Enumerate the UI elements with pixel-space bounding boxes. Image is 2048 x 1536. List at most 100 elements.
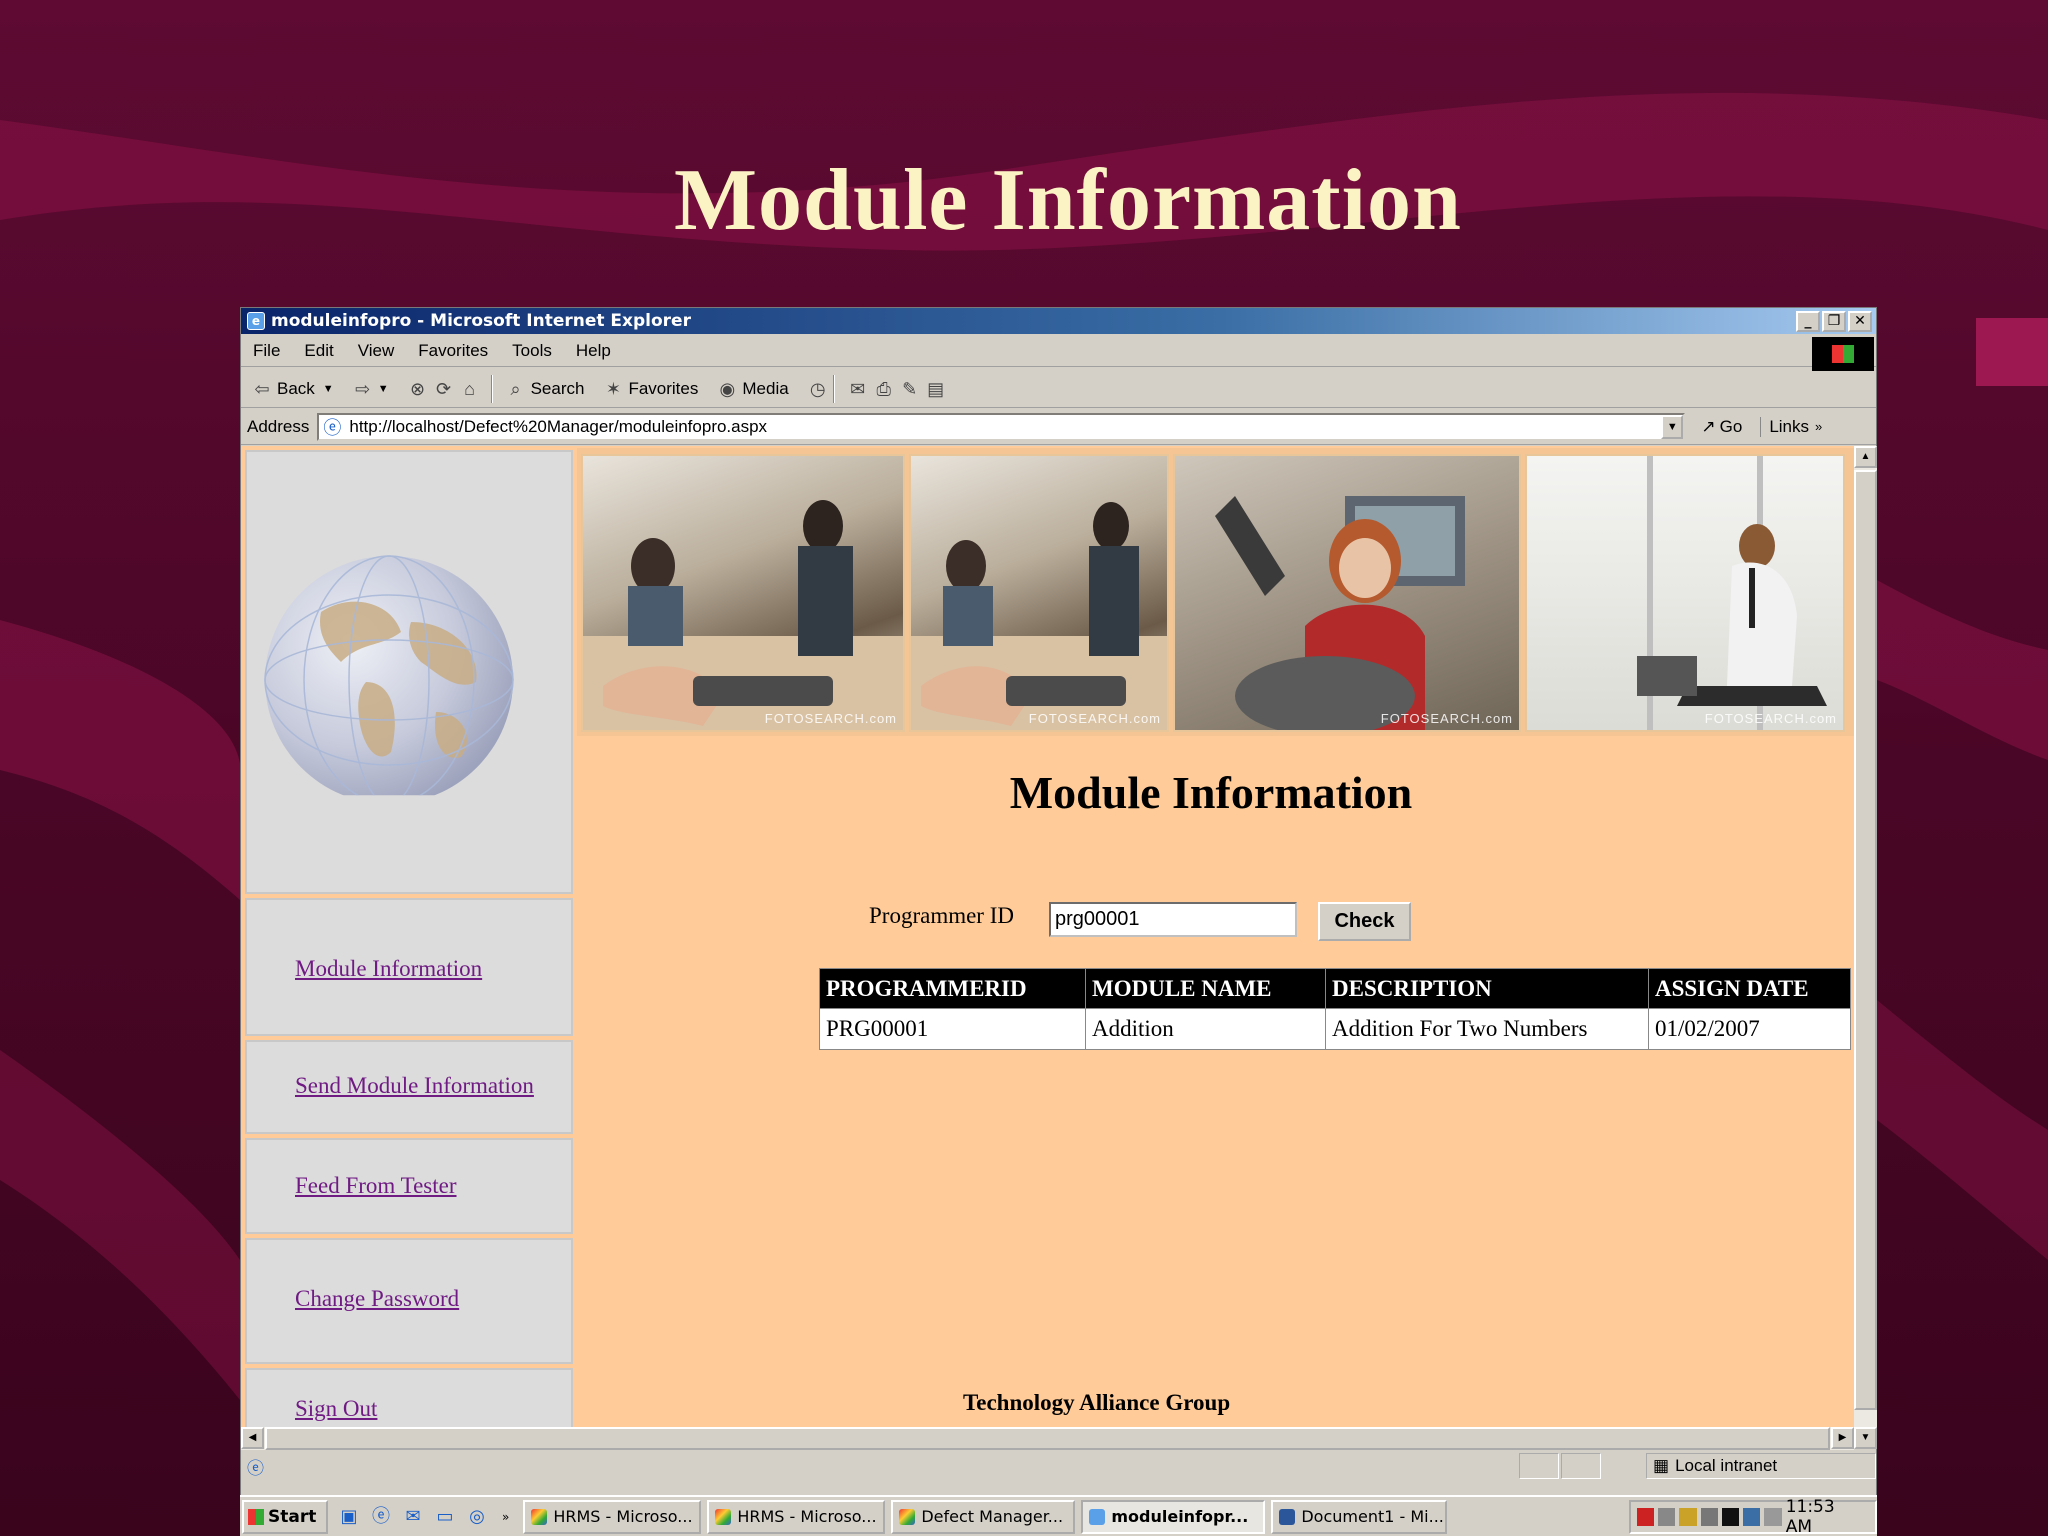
forward-button[interactable]: ⇨ ▼ — [352, 378, 388, 400]
office-meeting-image — [911, 502, 1167, 730]
slide-title: Module Information — [674, 152, 1462, 249]
tray-app-icon[interactable] — [1721, 1507, 1740, 1526]
task-button-document1[interactable]: Document1 - Mi... — [1271, 1499, 1448, 1534]
scroll-right-icon[interactable]: ▶ — [1831, 1427, 1854, 1449]
menu-help[interactable]: Help — [576, 341, 611, 361]
toolbar-separator — [490, 374, 493, 403]
nav-cell-feed-from-tester: Feed From Tester — [245, 1138, 573, 1234]
horizontal-scrollbar[interactable]: ◀ ▶ — [241, 1427, 1854, 1450]
refresh-icon[interactable]: ⟳ — [433, 378, 455, 400]
watermark: FOTOSEARCH.com — [1704, 711, 1837, 726]
menu-view[interactable]: View — [358, 341, 395, 361]
go-arrow-icon: ↗ — [1701, 416, 1716, 436]
vertical-scrollbar[interactable]: ▲ ▼ — [1854, 446, 1877, 1449]
cell-module-name: Addition — [1085, 1008, 1326, 1050]
programmer-id-input[interactable]: prg00001 — [1049, 902, 1297, 937]
print-icon[interactable]: ⎙ — [873, 378, 895, 400]
check-button[interactable]: Check — [1318, 902, 1411, 941]
logo-panel — [245, 450, 573, 894]
search-icon: ⌕ — [510, 378, 521, 399]
footer-text: Technology Alliance Group — [963, 1390, 1231, 1415]
toolbar: ⇦ Back ▼ ⇨ ▼ ⊗ ⟳ ⌂ ⌕ Search ✶ Favorites … — [241, 370, 1876, 408]
back-button[interactable]: ⇦ Back ▼ — [251, 378, 334, 400]
media-button[interactable]: ◉ Media — [716, 378, 789, 400]
volume-icon[interactable] — [1764, 1507, 1782, 1526]
status-bar: ⓔ ▦ Local intranet — [241, 1451, 1876, 1481]
nav-link-module-information[interactable]: Module Information — [295, 956, 482, 982]
toolbar-separator — [832, 374, 835, 403]
ie-icon: e — [247, 312, 265, 330]
menu-file[interactable]: File — [253, 341, 280, 361]
favorites-icon: ✶ — [605, 378, 621, 399]
scroll-left-icon[interactable]: ◀ — [241, 1427, 264, 1449]
quicklaunch-notepad-icon[interactable]: ▣ — [338, 1506, 360, 1528]
menu-tools[interactable]: Tools — [512, 341, 552, 361]
task-button-hrms-1[interactable]: HRMS - Microso... — [523, 1499, 702, 1534]
chevron-right-icon: » — [502, 1509, 510, 1524]
menu-favorites[interactable]: Favorites — [418, 341, 488, 361]
module-table: PROGRAMMERID MODULE NAME DESCRIPTION ASS… — [819, 968, 1851, 1050]
quicklaunch-ie-icon[interactable]: ⓔ — [370, 1506, 392, 1528]
task-button-moduleinfopro[interactable]: moduleinfopr... — [1081, 1499, 1266, 1534]
page-status-icon: ⓔ — [247, 1458, 264, 1478]
window-controls: _ ❐ ✕ — [1796, 311, 1872, 332]
quicklaunch-desktop-icon[interactable]: ▭ — [434, 1506, 456, 1528]
minimize-button[interactable]: _ — [1796, 311, 1820, 332]
restore-button[interactable]: ❐ — [1822, 311, 1846, 332]
banner: FOTOSEARCH.com FOTOSEARCH.com FOTOSEARCH… — [577, 448, 1854, 736]
app-icon — [899, 1508, 916, 1525]
tray-app-icon[interactable] — [1658, 1507, 1676, 1526]
chevron-down-icon: ▼ — [322, 382, 334, 395]
close-button[interactable]: ✕ — [1848, 311, 1872, 332]
banner-photo-4: FOTOSEARCH.com — [1525, 454, 1845, 732]
globe-image — [261, 552, 517, 808]
scroll-thumb[interactable] — [265, 1427, 1830, 1450]
quicklaunch-outlook-icon[interactable]: ✉ — [402, 1506, 424, 1528]
search-button[interactable]: ⌕ Search — [505, 378, 585, 400]
menu-bar: File Edit View Favorites Tools Help — [241, 335, 1876, 367]
scroll-thumb[interactable] — [1854, 470, 1877, 1410]
address-url: http://localhost/Defect%20Manager/module… — [349, 416, 768, 436]
table-header-row: PROGRAMMERID MODULE NAME DESCRIPTION ASS… — [819, 968, 1851, 1009]
tray-app-icon[interactable] — [1679, 1507, 1697, 1526]
tray-monitor-icon[interactable] — [1700, 1507, 1718, 1526]
discuss-icon[interactable]: ▤ — [925, 378, 947, 400]
page-heading: Module Information — [1009, 767, 1413, 818]
task-button-defect-manager[interactable]: Defect Manager... — [891, 1499, 1076, 1534]
home-icon[interactable]: ⌂ — [459, 378, 481, 400]
status-pane — [1519, 1453, 1559, 1479]
nav-link-change-password[interactable]: Change Password — [295, 1286, 459, 1312]
column-header-module-name: MODULE NAME — [1085, 968, 1326, 1009]
word-icon — [1279, 1508, 1296, 1525]
tray-network-icon[interactable] — [1743, 1507, 1761, 1526]
chevron-down-icon[interactable]: ▼ — [1661, 414, 1684, 439]
address-input[interactable]: ⓔ http://localhost/Defect%20Manager/modu… — [317, 412, 1686, 441]
watermark: FOTOSEARCH.com — [1028, 711, 1161, 726]
mail-icon[interactable]: ✉ — [847, 378, 869, 400]
scroll-down-icon[interactable]: ▼ — [1854, 1427, 1877, 1449]
banner-photo-1: FOTOSEARCH.com — [581, 454, 905, 732]
intranet-icon: ▦ — [1653, 1456, 1670, 1475]
tray-app-icon[interactable] — [1637, 1507, 1655, 1526]
task-button-hrms-2[interactable]: HRMS - Microso... — [707, 1499, 886, 1534]
menu-edit[interactable]: Edit — [304, 341, 333, 361]
windows-logo-icon — [248, 1508, 264, 1525]
nav-link-sign-out[interactable]: Sign Out — [295, 1396, 377, 1422]
nav-link-send-module-information[interactable]: Send Module Information — [295, 1073, 534, 1099]
start-button[interactable]: Start — [242, 1499, 328, 1534]
system-tray: 11:53 AM — [1629, 1497, 1877, 1536]
security-zone: ▦ Local intranet — [1646, 1453, 1876, 1479]
quicklaunch-media-icon[interactable]: ◎ — [466, 1506, 488, 1528]
nav-cell-module-information: Module Information — [245, 898, 573, 1036]
go-button[interactable]: ↗ Go — [1701, 417, 1742, 437]
favorites-button[interactable]: ✶ Favorites — [602, 378, 698, 400]
scroll-up-icon[interactable]: ▲ — [1854, 446, 1877, 468]
nav-link-feed-from-tester[interactable]: Feed From Tester — [295, 1173, 457, 1199]
cell-programmerid: PRG00001 — [819, 1008, 1086, 1050]
ie-icon — [1089, 1508, 1106, 1525]
history-icon[interactable]: ◷ — [807, 378, 829, 400]
stop-icon[interactable]: ⊗ — [407, 378, 429, 400]
edit-icon[interactable]: ✎ — [899, 378, 921, 400]
column-header-description: DESCRIPTION — [1325, 968, 1649, 1009]
links-button[interactable]: Links — [1760, 416, 1809, 437]
